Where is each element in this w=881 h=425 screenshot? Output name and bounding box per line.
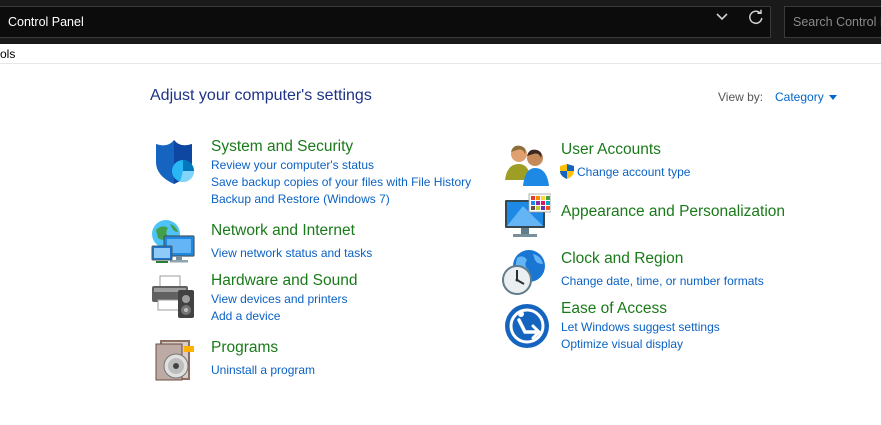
- link-network-status[interactable]: View network status and tasks: [211, 246, 372, 260]
- category-network-internet[interactable]: Network and Internet: [211, 222, 355, 240]
- address-bar-area: Control Panel Search Control Panel: [0, 0, 881, 44]
- view-by-dropdown[interactable]: Category: [775, 90, 824, 104]
- category-ease-of-access[interactable]: Ease of Access: [561, 300, 667, 318]
- programs-disc-icon[interactable]: [152, 336, 200, 384]
- category-system-security[interactable]: System and Security: [211, 138, 353, 156]
- link-file-history[interactable]: Save backup copies of your files with Fi…: [211, 175, 471, 189]
- link-change-account-type[interactable]: Change account type: [577, 165, 690, 179]
- ease-of-access-icon[interactable]: [503, 302, 551, 350]
- address-bar[interactable]: Control Panel: [0, 6, 771, 38]
- link-suggest-settings[interactable]: Let Windows suggest settings: [561, 320, 720, 334]
- category-programs[interactable]: Programs: [211, 339, 278, 357]
- printer-speaker-icon[interactable]: [150, 272, 198, 320]
- link-date-time-formats[interactable]: Change date, time, or number formats: [561, 274, 764, 288]
- users-icon[interactable]: [503, 140, 551, 188]
- menu-item-tools[interactable]: ols: [0, 47, 15, 61]
- dropdown-caret-icon[interactable]: [829, 95, 837, 100]
- chevron-down-icon[interactable]: [713, 9, 731, 25]
- link-optimize-visual[interactable]: Optimize visual display: [561, 337, 683, 351]
- link-review-status[interactable]: Review your computer's status: [211, 158, 374, 172]
- category-hardware-sound[interactable]: Hardware and Sound: [211, 272, 358, 290]
- uac-shield-icon: [560, 164, 574, 179]
- link-uninstall-program[interactable]: Uninstall a program: [211, 363, 315, 377]
- view-by-label: View by:: [718, 90, 764, 104]
- link-devices-printers[interactable]: View devices and printers: [211, 292, 348, 306]
- category-clock-region[interactable]: Clock and Region: [561, 250, 683, 268]
- category-user-accounts[interactable]: User Accounts: [561, 141, 661, 159]
- refresh-icon[interactable]: [746, 7, 766, 27]
- search-input[interactable]: Search Control Panel: [784, 6, 881, 38]
- search-placeholder: Search Control Panel: [793, 15, 881, 29]
- address-text: Control Panel: [8, 15, 84, 29]
- category-appearance-personalization[interactable]: Appearance and Personalization: [561, 203, 785, 221]
- shield-icon[interactable]: [150, 138, 198, 186]
- clock-globe-icon[interactable]: [501, 248, 549, 296]
- menu-bar: ols: [0, 44, 881, 64]
- network-globe-icon[interactable]: [150, 218, 198, 266]
- monitor-palette-icon[interactable]: [503, 192, 551, 240]
- page-title: Adjust your computer's settings: [150, 87, 372, 104]
- link-add-device[interactable]: Add a device: [211, 309, 280, 323]
- link-backup-restore[interactable]: Backup and Restore (Windows 7): [211, 192, 390, 206]
